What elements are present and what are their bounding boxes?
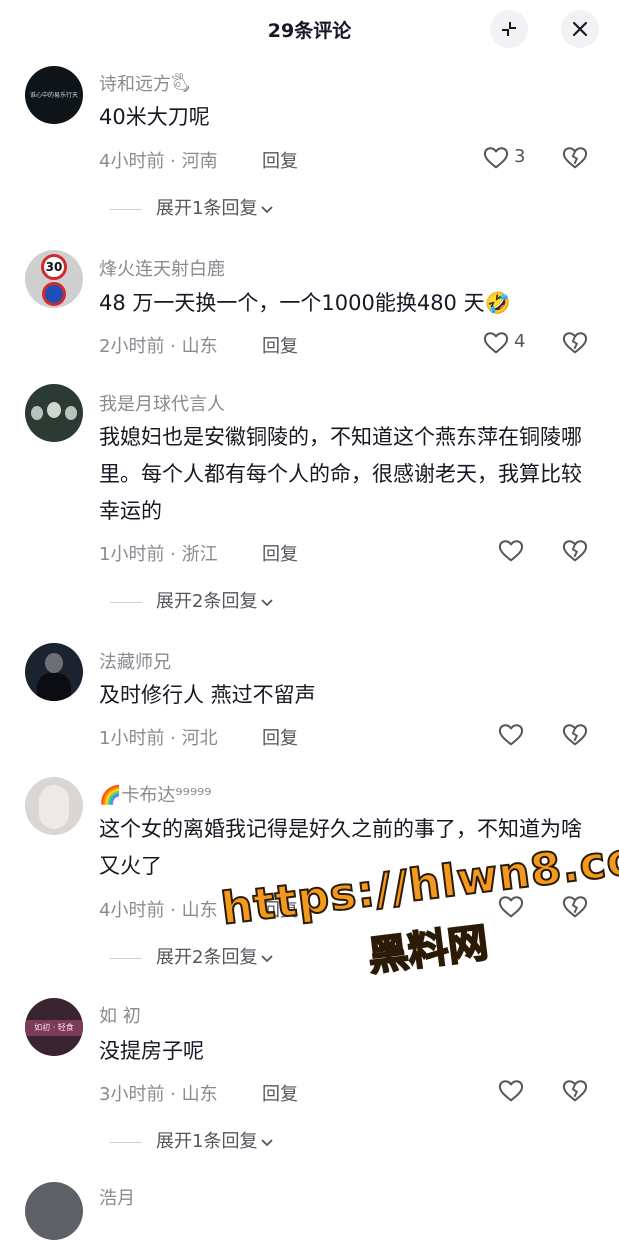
chevron-down-icon	[261, 599, 274, 607]
avatar-caption: 谁心中的易乐行天	[29, 92, 78, 99]
no-parking-sign	[42, 282, 66, 306]
like-button[interactable]: 4	[482, 329, 542, 359]
username[interactable]: 烽火连天射白鹿	[99, 255, 225, 281]
reply-button[interactable]: 回复	[262, 147, 298, 173]
comment-text: 48 万一天换一个，一个1000能换480 天🤣	[99, 291, 511, 315]
divider-line	[110, 957, 142, 959]
username[interactable]: 法藏师兄	[99, 648, 171, 674]
broken-heart-icon	[562, 147, 588, 169]
comment-text: 及时修行人 燕过不留声	[99, 683, 316, 707]
speed-sign: 30	[41, 254, 67, 280]
avatar-figure	[45, 653, 63, 673]
avatar[interactable]	[25, 643, 83, 701]
comment-meta: 3小时前 · 山东	[99, 1084, 218, 1105]
divider-line	[110, 601, 142, 603]
reply-button[interactable]: 回复	[262, 332, 298, 358]
avatar-figure	[37, 673, 71, 701]
expand-replies-button[interactable]: 展开2条回复	[110, 587, 275, 613]
dislike-button[interactable]	[561, 329, 589, 357]
comment-meta: 4小时前 · 河南	[99, 151, 218, 172]
avatar-caption: 如初 · 轻食	[25, 1020, 83, 1036]
divider-line	[110, 208, 142, 210]
like-count: 3	[514, 146, 526, 167]
avatar-figure	[31, 406, 43, 420]
heart-icon	[498, 1080, 524, 1102]
chevron-down-icon	[261, 206, 274, 214]
dislike-button[interactable]	[561, 1077, 589, 1105]
like-button[interactable]	[497, 537, 557, 567]
broken-heart-icon	[562, 332, 588, 354]
username[interactable]: 如 初	[99, 1002, 141, 1028]
comment-meta: 1小时前 · 浙江	[99, 544, 218, 565]
dislike-button[interactable]	[561, 144, 589, 172]
username[interactable]: 我是月球代言人	[99, 390, 225, 416]
chevron-down-icon	[261, 1139, 274, 1147]
heart-icon	[498, 724, 524, 746]
dislike-button[interactable]	[561, 721, 589, 749]
heart-icon	[483, 147, 509, 169]
heart-icon	[498, 540, 524, 562]
expand-replies-button[interactable]: 展开1条回复	[110, 194, 275, 220]
collapse-icon	[502, 22, 516, 36]
expand-replies-button[interactable]: 展开1条回复	[110, 1127, 275, 1153]
like-button[interactable]: 3	[482, 144, 542, 174]
avatar[interactable]: 30	[25, 250, 83, 308]
username[interactable]: 浩月	[99, 1184, 135, 1210]
comment-text: 40米大刀呢	[99, 105, 210, 129]
reply-button[interactable]: 回复	[262, 724, 298, 750]
expand-replies-label: 展开1条回复	[156, 1131, 258, 1152]
close-button[interactable]	[561, 10, 599, 48]
reply-button[interactable]: 回复	[262, 1080, 298, 1106]
comment-meta: 2小时前 · 山东	[99, 336, 218, 357]
comment-text: 没提房子呢	[99, 1039, 204, 1063]
divider-line	[110, 1141, 142, 1143]
avatar[interactable]: 如初 · 轻食	[25, 998, 83, 1056]
like-button[interactable]	[497, 721, 557, 751]
comment-meta: 4小时前 · 山东	[99, 900, 218, 921]
dislike-button[interactable]	[561, 537, 589, 565]
broken-heart-icon	[562, 540, 588, 562]
watermark-name: 黑料网	[365, 919, 492, 981]
avatar[interactable]	[25, 1182, 83, 1240]
like-button[interactable]	[497, 1077, 557, 1107]
comments-header: 29条评论	[0, 0, 619, 58]
broken-heart-icon	[562, 1080, 588, 1102]
expand-replies-label: 展开1条回复	[156, 198, 258, 219]
avatar-figure	[65, 406, 77, 420]
broken-heart-icon	[562, 724, 588, 746]
avatar[interactable]	[25, 384, 83, 442]
comment-text: 我媳妇也是安徽铜陵的，不知道这个燕东萍在铜陵哪里。每个人都有每个人的命，很感谢老…	[99, 425, 582, 523]
username[interactable]: 🌈卡布达⁹⁹⁹⁹⁹	[99, 781, 212, 807]
expand-replies-label: 展开2条回复	[156, 591, 258, 612]
reply-button[interactable]: 回复	[262, 540, 298, 566]
close-icon	[572, 21, 588, 37]
avatar-figure	[47, 402, 61, 418]
like-count: 4	[514, 331, 526, 352]
comment-meta: 1小时前 · 河北	[99, 728, 218, 749]
username[interactable]: 诗和远方🖏	[99, 70, 190, 102]
avatar-figure	[39, 785, 69, 829]
heart-icon	[483, 332, 509, 354]
avatar[interactable]	[25, 777, 83, 835]
collapse-button[interactable]	[490, 10, 528, 48]
avatar[interactable]: 谁心中的易乐行天	[25, 66, 83, 124]
